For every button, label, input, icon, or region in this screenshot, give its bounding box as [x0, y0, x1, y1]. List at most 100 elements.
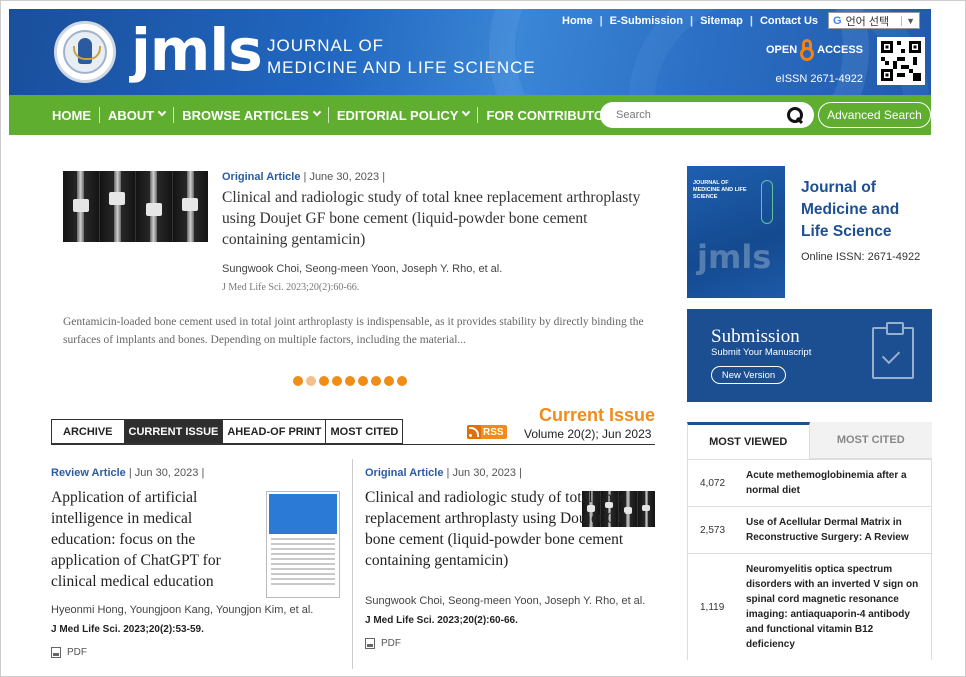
list-item[interactable]: 1,119 Neuromyelitis optica spectrum diso… [688, 553, 931, 660]
rss-icon [467, 425, 481, 439]
top-link-home[interactable]: Home [562, 15, 593, 27]
featured-article-image[interactable] [63, 171, 208, 242]
article-footer: Sungwook Choi, Seong-meen Yoon, Joseph Y… [365, 595, 645, 649]
featured-article-meta: Original Article | June 30, 2023 | [222, 171, 385, 183]
carousel-dot[interactable] [306, 376, 316, 386]
article-title[interactable]: Application of artificial intelligence i… [51, 487, 251, 592]
search-icon[interactable] [787, 106, 804, 124]
cover-title: JOURNAL OF MEDICINE AND LIFE SCIENCE [693, 180, 747, 200]
submission-banner[interactable]: Submission Submit Your Manuscript New Ve… [687, 309, 932, 402]
article-card: Original Article | Jun 30, 2023 | [365, 467, 575, 479]
search-box [600, 102, 814, 128]
article-meta: Original Article | Jun 30, 2023 | [365, 467, 575, 479]
article-authors: Hyeonmi Hong, Youngjoon Kang, Youngjon K… [51, 604, 314, 616]
top-link-sitemap[interactable]: Sitemap [700, 15, 743, 27]
carousel-dot[interactable] [332, 376, 342, 386]
nav-editorial-policy[interactable]: EDITORIAL POLICY [327, 107, 478, 123]
pdf-label: PDF [381, 638, 401, 649]
top-link-esubmission[interactable]: E-Submission [610, 15, 683, 27]
top-link-contact[interactable]: Contact Us [760, 15, 818, 27]
list-item[interactable]: 2,573 Use of Acellular Dermal Matrix in … [688, 506, 931, 553]
tab-archive[interactable]: ARCHIVE [52, 420, 124, 443]
pdf-icon [51, 647, 61, 658]
nav-home[interactable]: HOME [9, 107, 99, 123]
sidebar-journal-title[interactable]: Journal of Medicine and Life Science [801, 177, 899, 243]
featured-article-authors: Sungwook Choi, Seong-meen Yoon, Joseph Y… [222, 263, 503, 275]
sidebar-journal-title-line2: Medicine and [801, 201, 900, 218]
journal-name[interactable]: JOURNAL OF MEDICINE AND LIFE SCIENCE [267, 35, 536, 79]
meta-separator: | [519, 467, 522, 479]
nav-editorial-policy-label: EDITORIAL POLICY [336, 107, 459, 123]
carousel-dot[interactable] [397, 376, 407, 386]
top-link-separator: | [599, 14, 603, 27]
featured-article-abstract: Gentamicin-loaded bone cement used in to… [63, 316, 644, 346]
language-select-label: 언어 선택 [845, 15, 890, 28]
tab-most-viewed[interactable]: MOST VIEWED [687, 422, 810, 459]
nav-browse-articles-label: BROWSE ARTICLES [182, 107, 309, 123]
language-select[interactable]: G 언어 선택 ▼ [828, 12, 920, 29]
chevron-down-icon [157, 107, 167, 117]
dropdown-arrow-icon: ▼ [901, 15, 915, 26]
nav-about[interactable]: ABOUT [99, 107, 173, 123]
chevron-down-icon [462, 107, 471, 117]
list-item-title[interactable]: Acute methemoglobinemia after a normal d… [746, 468, 924, 498]
access-label: ACCESS [817, 44, 863, 56]
online-issn: Online ISSN: 2671-4922 [801, 251, 921, 263]
view-count: 4,072 [700, 477, 726, 489]
nav-home-label: HOME [52, 107, 91, 123]
current-issue-heading: Current Issue [538, 405, 655, 425]
article-citation: J Med Life Sci. 2023;20(2):60-66. [365, 615, 518, 626]
jmls-logo[interactable]: jmls [131, 21, 263, 79]
most-viewed-list: 4,072 Acute methemoglobinemia after a no… [687, 459, 932, 660]
journal-cover[interactable]: JOURNAL OF MEDICINE AND LIFE SCIENCE jml… [687, 166, 785, 298]
article-title-wrap: Application of artificial intelligence i… [51, 487, 251, 592]
carousel-dot[interactable] [319, 376, 329, 386]
tab-underline [51, 444, 655, 445]
issue-tabs: ARCHIVE CURRENT ISSUE AHEAD-OF PRINT MOS… [51, 419, 404, 444]
journal-name-line2: MEDICINE AND LIFE SCIENCE [267, 58, 536, 77]
advanced-search-button[interactable]: Advanced Search [818, 102, 931, 128]
nav-browse-articles[interactable]: BROWSE ARTICLES [173, 107, 328, 123]
article-thumbnail[interactable] [266, 491, 340, 598]
tab-ahead-of-print[interactable]: AHEAD-OF PRINT [222, 420, 325, 443]
rss-label: RSS [483, 426, 504, 438]
list-item[interactable]: 4,072 Acute methemoglobinemia after a no… [688, 459, 931, 506]
pdf-link[interactable]: PDF [51, 647, 313, 658]
column-divider [352, 459, 353, 669]
carousel-dot[interactable] [371, 376, 381, 386]
carousel-dot[interactable] [358, 376, 368, 386]
article-authors: Sungwook Choi, Seong-meen Yoon, Joseph Y… [365, 595, 646, 607]
tab-most-cited[interactable]: MOST CITED [325, 420, 402, 443]
tab-current-issue[interactable]: CURRENT ISSUE [123, 420, 223, 443]
article-type[interactable]: Review Article [51, 467, 126, 479]
view-count: 1,119 [700, 601, 725, 613]
top-link-separator: | [689, 14, 694, 27]
search-input[interactable] [616, 109, 776, 121]
carousel-dot[interactable] [384, 376, 394, 386]
article-date: Jun 30, 2023 [134, 467, 199, 479]
featured-article-date: June 30, 2023 [309, 171, 380, 183]
article-title-wrap: Clinical and radiologic study of total k… [365, 487, 655, 571]
submission-heading: Submission [711, 326, 800, 347]
university-seal-logo[interactable] [54, 21, 116, 83]
tab-sidebar-most-cited[interactable]: MOST CITED [809, 422, 932, 459]
carousel-dot[interactable] [293, 376, 303, 386]
most-viewed-tabs: MOST VIEWED MOST CITED [687, 422, 932, 459]
article-title[interactable]: Clinical and radiologic study of total k… [365, 487, 655, 571]
featured-article-type[interactable]: Original Article [222, 171, 300, 183]
article-citation: J Med Life Sci. 2023;20(2):53-59. [51, 624, 204, 635]
article-type[interactable]: Original Article [365, 467, 443, 479]
new-version-button[interactable]: New Version [711, 366, 786, 384]
list-item-title[interactable]: Neuromyelitis optica spectrum disorders … [746, 562, 924, 652]
carousel-dot[interactable] [345, 376, 355, 386]
meta-separator: | [382, 171, 386, 183]
rss-button[interactable]: RSS [467, 425, 507, 439]
submission-subtext: Submit Your Manuscript [711, 347, 812, 358]
featured-article-citation: J Med Life Sci. 2023;20(2):60-66. [222, 282, 360, 293]
cover-decoration [761, 180, 773, 224]
pdf-icon [365, 638, 375, 649]
pdf-link[interactable]: PDF [365, 638, 645, 649]
featured-article-title[interactable]: Clinical and radiologic study of total k… [222, 187, 652, 250]
open-access-lock-icon [800, 39, 815, 61]
list-item-title[interactable]: Use of Acellular Dermal Matrix in Recons… [746, 515, 924, 545]
